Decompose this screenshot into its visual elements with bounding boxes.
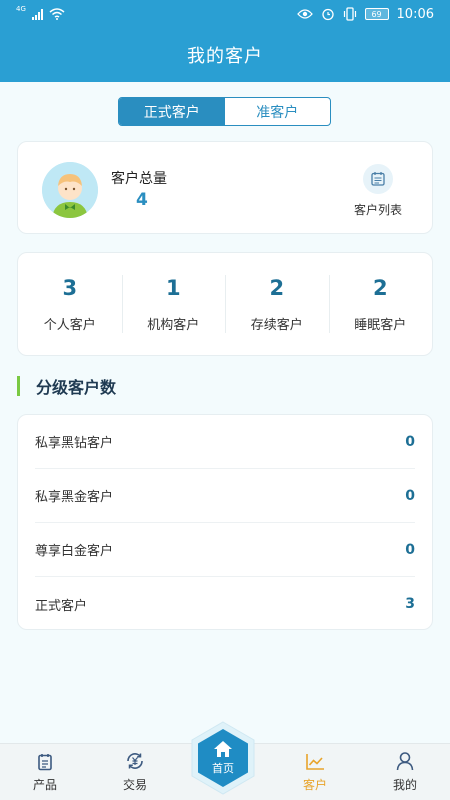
customer-list-label: 客户列表 [353,203,402,217]
list-icon [371,172,385,186]
stat-label: 睡眠客户 [354,317,407,333]
stat-value: 2 [269,275,285,300]
customer-levels-card: 私享黑钻客户 0 私享黑金客户 0 尊享白金客户 0 正式客户 3 [17,414,433,630]
home-inner: 首页 [196,731,250,785]
stat-label: 存续客户 [250,317,303,333]
level-name: 尊享白金客户 [35,544,114,559]
stat-active[interactable]: 2 存续客户 [225,253,329,355]
total-label: 客户总量 [111,171,167,187]
stat-institution[interactable]: 1 机构客户 [121,253,226,355]
stat-value: 1 [165,275,181,300]
list-icon-wrap [363,164,393,194]
tab-label: 交易 [122,777,147,792]
wifi-icon [49,8,65,20]
level-count: 0 [405,487,415,504]
stat-value: 3 [62,275,78,300]
stat-personal[interactable]: 3 个人客户 [18,253,122,355]
trade-icon [127,752,143,769]
level-name: 私享黑钻客户 [35,436,114,451]
chart-icon [306,753,324,770]
customer-type-segment: 正式客户 准客户 [118,97,331,126]
alarm-icon [321,8,334,21]
level-name: 正式客户 [35,598,88,614]
tab-label: 客户 [302,777,327,792]
total-value: 4 [136,190,148,210]
user-icon [396,751,414,770]
customer-list-button[interactable]: 客户列表 [348,164,408,218]
customer-stats-card: 3 个人客户 1 机构客户 2 存续客户 2 睡眠客户 [17,252,433,356]
tab-prospective-customers[interactable]: 准客户 [225,98,331,125]
avatar [42,162,98,218]
home-icon [214,741,232,757]
stat-label: 个人客户 [43,317,96,333]
tab-trade[interactable]: 交易 [90,744,180,800]
level-count: 3 [405,596,415,612]
tab-label: 我的 [392,777,417,792]
tab-mine[interactable]: 我的 [360,744,450,800]
avatar-illustration [42,162,98,218]
home-label: 首页 [212,762,234,775]
list-item[interactable]: 私享黑钻客户 0 [35,415,415,469]
status-right: 69 10:06 [296,6,434,22]
signal-icon [31,8,43,20]
stat-label: 机构客户 [147,317,200,333]
status-bar: 4G 69 10:06 [0,0,450,28]
vibrate-icon [343,7,356,21]
section-title-levels: 分级客户数 [17,376,116,397]
stat-dormant[interactable]: 2 睡眠客户 [328,253,433,355]
tab-label: 产品 [32,777,57,792]
list-item[interactable]: 尊享白金客户 0 [35,523,415,577]
customer-total-card: 客户总量 4 客户列表 [17,141,433,234]
list-item[interactable]: 正式客户 3 [35,577,415,631]
network-type: 4G [16,5,26,13]
home-button[interactable]: 首页 [185,720,261,796]
tab-formal-customers[interactable]: 正式客户 [119,98,225,125]
stat-value: 2 [372,275,388,300]
eye-icon [296,9,313,19]
tab-customer[interactable]: 客户 [270,744,360,800]
tab-product[interactable]: 产品 [0,744,90,800]
product-icon [38,753,52,770]
level-count: 0 [405,541,415,558]
clock: 10:06 [396,6,434,22]
level-count: 0 [405,433,415,450]
list-item[interactable]: 私享黑金客户 0 [35,469,415,523]
app-header: 我的客户 [0,28,450,82]
page-title: 我的客户 [187,46,263,67]
status-left: 4G [16,5,65,20]
battery-icon: 69 [364,8,389,20]
level-name: 私享黑金客户 [35,490,114,505]
